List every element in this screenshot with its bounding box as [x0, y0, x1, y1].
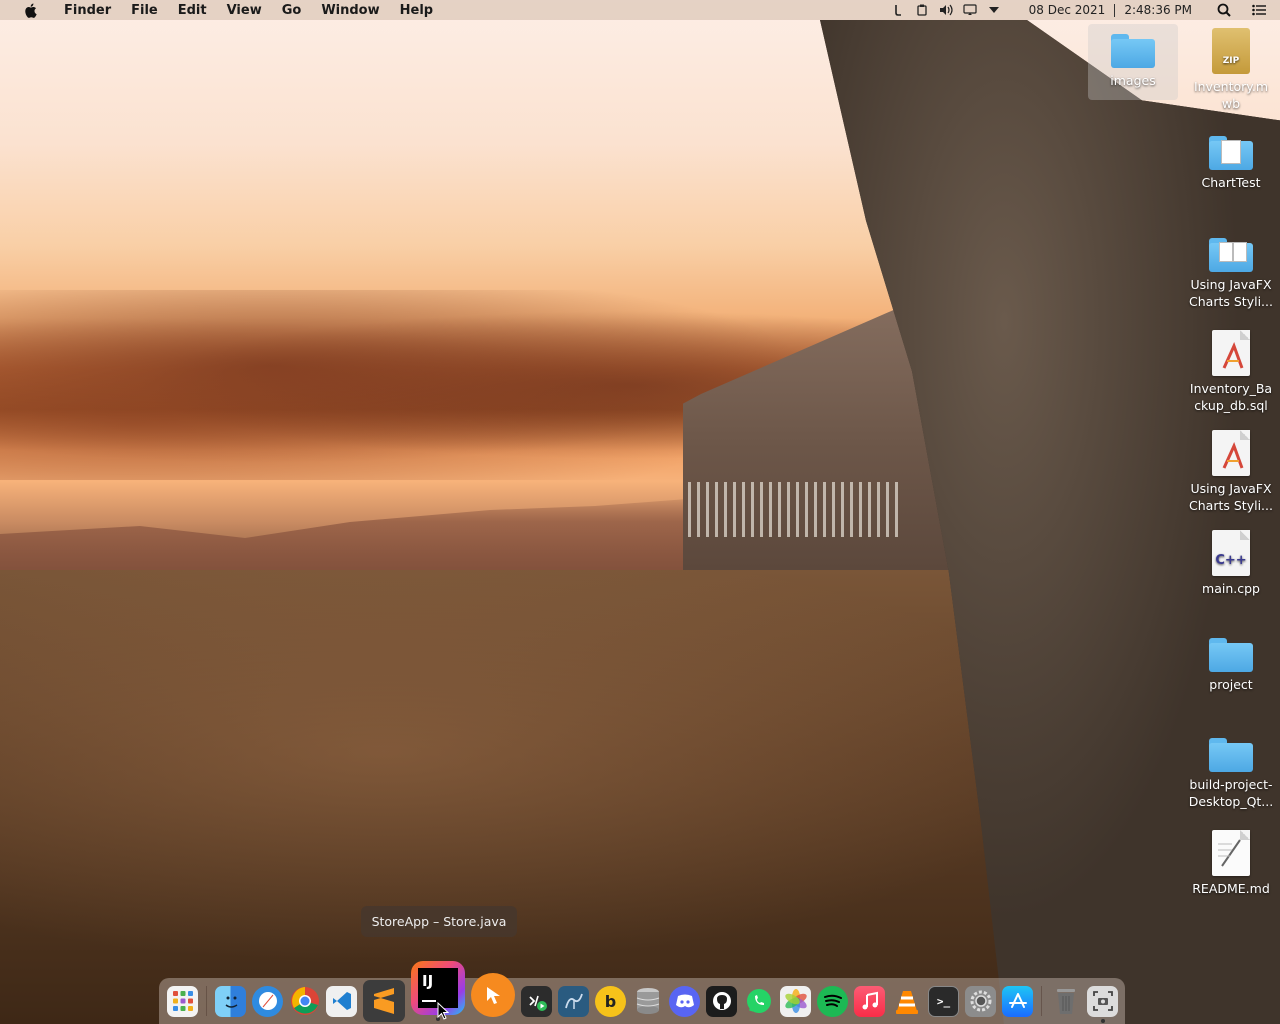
discord-icon[interactable]	[669, 985, 700, 1017]
desktop-icon-label: Using JavaFX Charts Styli...	[1189, 277, 1273, 309]
airplay-display-icon[interactable]	[963, 4, 977, 16]
menu-edit[interactable]: Edit	[168, 3, 217, 18]
menubar-date[interactable]: 08 Dec 2021	[1020, 3, 1115, 17]
database-icon[interactable]	[632, 986, 663, 1017]
desktop-icon-inventory-backup-sql[interactable]: Inventory_Backup_db.sql	[1185, 330, 1277, 414]
desktop-icon-label: project	[1209, 677, 1253, 692]
finder-icon[interactable]	[215, 985, 246, 1017]
desktop-icon-readme-md[interactable]: README.md	[1185, 830, 1277, 897]
system-preferences-icon[interactable]	[965, 985, 996, 1017]
spotify-icon[interactable]	[817, 985, 848, 1017]
chrome-icon[interactable]	[289, 986, 320, 1017]
svg-text:C++: C++	[1215, 553, 1246, 568]
desktop-icon-label: Inventory.mwb	[1193, 79, 1269, 111]
desktop-icon-using-javafx-sql[interactable]: Using JavaFX Charts Styli...	[1185, 430, 1277, 514]
mysql-workbench-icon[interactable]	[558, 985, 589, 1017]
wifi-dropdown-icon[interactable]	[987, 4, 1001, 16]
vscode-icon[interactable]	[326, 985, 357, 1017]
desktop-icon-inventory-mwb[interactable]: ZIP Inventory.mwb	[1185, 28, 1277, 112]
desktop-icon-label: ChartTest	[1201, 175, 1261, 190]
desktop-icon-main-cpp[interactable]: C++ main.cpp	[1185, 530, 1277, 597]
desktop-icon-label: Inventory_Backup_db.sql	[1189, 381, 1273, 413]
launchpad-icon[interactable]	[167, 985, 198, 1017]
menu-file[interactable]: File	[121, 3, 168, 18]
notification-center-icon[interactable]	[1252, 4, 1266, 16]
github-icon[interactable]	[706, 985, 737, 1017]
desktop-icon-charttest[interactable]: ChartTest	[1185, 136, 1277, 191]
sql-file-icon	[1212, 430, 1250, 476]
desktop-icon-build-project[interactable]: build-project-Desktop_Qt...	[1185, 738, 1277, 810]
cpp-file-icon: C++	[1212, 530, 1250, 576]
trash-icon[interactable]	[1050, 986, 1081, 1017]
dock-separator	[1041, 986, 1042, 1016]
menu-bar: Finder File Edit View Go Window Help 08 …	[0, 0, 1280, 20]
apple-menu-icon[interactable]	[20, 3, 40, 18]
desktop-icon-using-javafx-folder[interactable]: Using JavaFX Charts Styli...	[1185, 238, 1277, 310]
app-store-icon[interactable]	[1002, 985, 1033, 1017]
dock-separator	[206, 986, 207, 1016]
safari-icon[interactable]	[252, 985, 283, 1017]
search-icon[interactable]	[1217, 3, 1231, 17]
menu-window[interactable]: Window	[311, 3, 389, 18]
sublime-text-icon[interactable]	[363, 980, 405, 1022]
markdown-file-icon	[1212, 830, 1250, 876]
wallpaper-porch-rail	[688, 482, 903, 537]
sql-file-icon	[1212, 330, 1250, 376]
terminal-icon[interactable]: >_	[928, 985, 959, 1017]
dock-tooltip: StoreApp – Store.java	[361, 906, 517, 937]
music-icon[interactable]	[854, 985, 885, 1017]
bbedit-icon[interactable]: b	[595, 985, 626, 1017]
desktop-icon-label: README.md	[1192, 881, 1270, 896]
clipboard-icon[interactable]	[915, 4, 929, 16]
menu-finder[interactable]: Finder	[54, 3, 121, 18]
devtool-icon[interactable]	[521, 985, 552, 1017]
folder-icon	[1209, 738, 1253, 772]
folder-document-icon	[1209, 238, 1253, 272]
menu-help[interactable]: Help	[390, 3, 443, 18]
photos-icon[interactable]	[780, 985, 811, 1017]
desktop-icon-images[interactable]: images	[1087, 34, 1179, 89]
menu-go[interactable]: Go	[272, 3, 312, 18]
screenshot-icon[interactable]	[1087, 985, 1118, 1023]
zip-file-icon: ZIP	[1212, 28, 1250, 74]
volume-icon[interactable]	[939, 4, 953, 16]
mouse-cursor-icon	[437, 1001, 450, 1024]
dock: IJ b >_	[159, 961, 1125, 1024]
desktop-icon-project[interactable]: project	[1185, 638, 1277, 693]
whatsapp-icon[interactable]	[743, 986, 774, 1017]
vlc-icon[interactable]	[891, 986, 922, 1017]
folder-icon	[1209, 638, 1253, 672]
script-icon[interactable]	[891, 4, 905, 16]
desktop-icon-label: build-project-Desktop_Qt...	[1188, 777, 1274, 809]
desktop-icon-label: Using JavaFX Charts Styli...	[1189, 481, 1273, 513]
menubar-time[interactable]: 2:48:36 PM	[1115, 3, 1201, 17]
folder-document-icon	[1209, 136, 1253, 170]
running-indicator	[1100, 1018, 1105, 1023]
desktop-icon-label: main.cpp	[1202, 581, 1260, 596]
menu-view[interactable]: View	[217, 3, 272, 18]
desktop-icon-label: images	[1110, 73, 1156, 88]
postman-pointer-icon[interactable]	[471, 973, 515, 1017]
folder-icon	[1111, 34, 1155, 68]
